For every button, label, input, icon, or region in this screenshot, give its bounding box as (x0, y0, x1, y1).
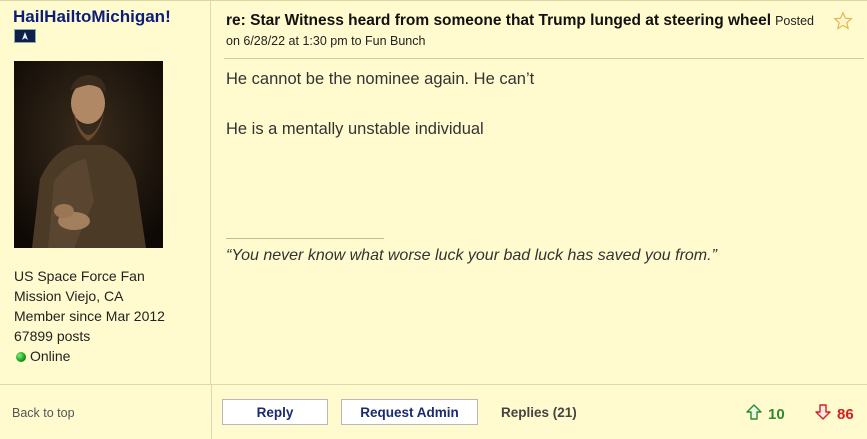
user-info: US Space Force Fan Mission Viejo, CA Mem… (14, 266, 165, 366)
username-link[interactable]: HailHailtoMichigan! (13, 7, 171, 27)
back-to-top-link[interactable]: Back to top (12, 406, 75, 420)
post-count: 67899 posts (14, 328, 91, 344)
signature-divider (226, 238, 384, 239)
post-footer: Back to top Reply Request Admin Replies … (0, 384, 867, 439)
signature: “You never know what worse luck your bad… (226, 247, 717, 264)
post-paragraph: He cannot be the nominee again. He can’t (226, 70, 535, 88)
title-divider (224, 58, 864, 59)
user-sidebar: HailHailtoMichigan! US Space Force Fan M… (0, 1, 211, 384)
online-status: Online (14, 346, 165, 366)
online-label: Online (30, 348, 71, 364)
user-location: Mission Viejo, CA (14, 288, 124, 304)
request-admin-button[interactable]: Request Admin (341, 399, 478, 425)
post-body: He cannot be the nominee again. He can’t… (226, 69, 534, 169)
upvote-arrow-icon (745, 403, 768, 425)
avatar[interactable] (14, 61, 163, 248)
footer-divider (211, 385, 212, 439)
upvote-count: 10 (768, 405, 785, 423)
reply-button[interactable]: Reply (222, 399, 328, 425)
downvote-arrow-icon (814, 403, 837, 425)
replies-link[interactable]: Replies (21) (501, 405, 577, 420)
post-content: re: Star Witness heard from someone that… (212, 1, 867, 384)
member-since: Member since Mar 2012 (14, 308, 165, 324)
downvote-count: 86 (837, 405, 854, 423)
post-title: re: Star Witness heard from someone that… (226, 11, 826, 51)
downvote-button[interactable]: 86 (814, 403, 854, 425)
upvote-button[interactable]: 10 (745, 403, 785, 425)
forum-post: HailHailtoMichigan! US Space Force Fan M… (0, 0, 867, 439)
post-paragraph: He is a mentally unstable individual (226, 120, 484, 138)
online-status-icon (16, 352, 26, 362)
favorite-star-icon[interactable] (833, 11, 853, 31)
user-detail: US Space Force Fan (14, 268, 145, 284)
badge-icon (14, 29, 36, 43)
post-title-text[interactable]: re: Star Witness heard from someone that… (226, 12, 771, 29)
